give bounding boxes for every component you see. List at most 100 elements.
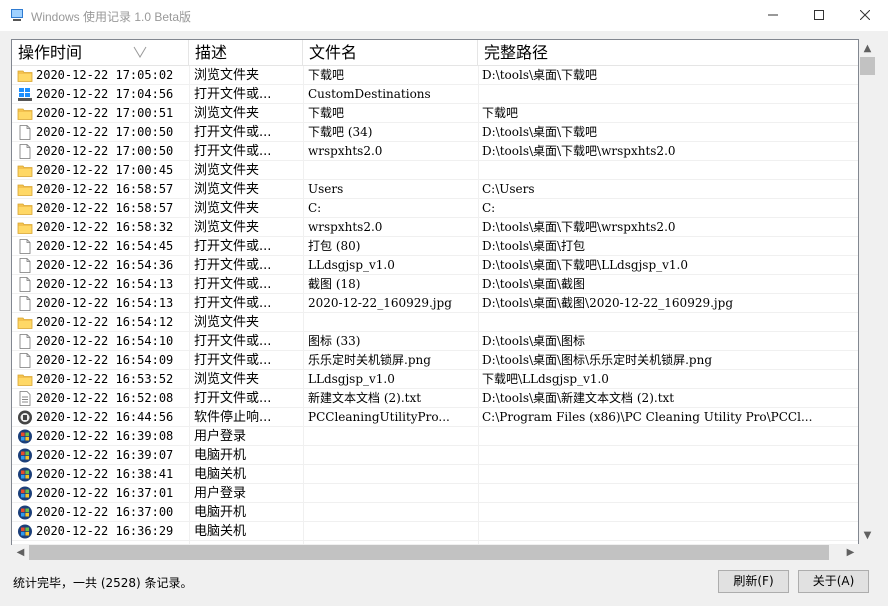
cell-filename: 乐乐定时关机锁屏.png — [308, 353, 431, 367]
cell-full-path: D:\tools\桌面\下载吧\wrspxhts2.0 — [482, 144, 676, 158]
column-header-file[interactable]: 文件名 — [303, 40, 478, 65]
table-row[interactable]: 2020-12-22 17:05:02 浏览文件夹 下载吧 D:\tools\桌面\下… — [12, 66, 858, 85]
table-row[interactable]: 2020-12-22 17:00:50 打开文件或... 下载吧 (34) D:\to… — [12, 123, 858, 142]
column-header-path[interactable]: 完整路径 — [478, 40, 858, 65]
folder-icon — [17, 372, 33, 387]
cell-description: 打开文件或... — [194, 277, 272, 292]
table-row[interactable]: 2020-12-22 16:39:07 电脑开机 — [12, 446, 858, 465]
file-icon — [17, 258, 33, 273]
vertical-scroll-thumb[interactable] — [860, 57, 875, 75]
table-row[interactable]: 2020-12-22 16:58:57 浏览文件夹 C: C: — [12, 199, 858, 218]
cell-filename — [308, 313, 476, 332]
file-icon — [17, 239, 33, 254]
table-row[interactable]: 2020-12-22 16:54:45 打开文件或... 打包 (80) D:\too… — [12, 237, 858, 256]
horizontal-scrollbar[interactable]: ◀ ▶ — [12, 544, 859, 561]
cell-description: 用户登录 — [194, 429, 247, 444]
cell-full-path: D:\tools\桌面\下载吧 — [482, 125, 598, 139]
cell-filename: CustomDestinations — [308, 87, 431, 101]
cell-filename — [308, 503, 476, 522]
windows-orb-icon — [17, 505, 33, 520]
windows-orb-icon — [17, 448, 33, 463]
cell-description: 打开文件或... — [194, 391, 272, 406]
cell-full-path: D:\tools\桌面\下载吧 — [482, 68, 598, 82]
table-row[interactable]: 2020-12-22 16:54:09 打开文件或... 乐乐定时关机锁屏.png D… — [12, 351, 858, 370]
cell-time: 2020-12-22 16:54:13 — [36, 277, 174, 291]
table-row[interactable]: 2020-12-22 17:00:50 打开文件或... wrspxhts2.0 D:… — [12, 142, 858, 161]
cell-description: 电脑关机 — [194, 467, 247, 482]
table-row[interactable]: 2020-12-22 17:04:56 打开文件或... CustomDestina… — [12, 85, 858, 104]
table-row[interactable]: 2020-12-22 16:38:41 电脑关机 — [12, 465, 858, 484]
windows-orb-icon — [17, 524, 33, 539]
table-row[interactable]: 2020-12-22 16:58:32 浏览文件夹 wrspxhts2.0 D:\to… — [12, 218, 858, 237]
cell-full-path — [482, 503, 858, 522]
table-row[interactable]: 2020-12-22 16:37:00 电脑开机 — [12, 503, 858, 522]
vertical-scrollbar[interactable]: ▲ ▼ — [859, 40, 876, 544]
cell-time: 2020-12-22 17:00:50 — [36, 144, 174, 158]
table-row[interactable]: 2020-12-22 16:39:08 用户登录 — [12, 427, 858, 446]
cell-full-path — [482, 161, 858, 180]
cell-filename: 图标 (33) — [308, 334, 361, 348]
folder-icon — [17, 220, 33, 235]
cell-full-path — [482, 85, 858, 104]
table-row[interactable]: 2020-12-22 17:00:51 浏览文件夹 下载吧 下载吧 — [12, 104, 858, 123]
table-row[interactable]: 2020-12-22 16:54:13 打开文件或... 2020-12-22_16… — [12, 294, 858, 313]
cell-time: 2020-12-22 16:54:13 — [36, 296, 174, 310]
windows-orb-icon — [17, 486, 33, 501]
refresh-button[interactable]: 刷新(F) — [718, 570, 789, 593]
cell-time: 2020-12-22 17:04:56 — [36, 87, 174, 101]
cell-full-path: D:\tools\桌面\新建文本文档 (2).txt — [482, 391, 675, 405]
column-header-desc-label: 描述 — [195, 43, 228, 62]
cell-description: 打开文件或... — [194, 353, 272, 368]
table-row[interactable]: 2020-12-22 17:00:45 浏览文件夹 — [12, 161, 858, 180]
cell-time: 2020-12-22 16:54:36 — [36, 258, 174, 272]
list-header: 操作时间 描述 文件名 完整路径 — [12, 40, 858, 66]
scroll-down-arrow-icon[interactable]: ▼ — [859, 527, 876, 544]
cell-filename — [308, 465, 476, 484]
cell-description: 浏览文件夹 — [194, 106, 260, 121]
column-header-desc[interactable]: 描述 — [189, 40, 303, 65]
about-button[interactable]: 关于(A) — [798, 570, 869, 593]
cell-time: 2020-12-22 16:38:41 — [36, 467, 174, 481]
table-row[interactable]: 2020-12-22 16:37:01 用户登录 — [12, 484, 858, 503]
cell-filename — [308, 446, 476, 465]
cell-description: 浏览文件夹 — [194, 372, 260, 387]
table-row[interactable]: 2020-12-22 16:52:08 打开文件或... 新建文本文档 (2).tx… — [12, 389, 858, 408]
close-button[interactable] — [842, 0, 888, 31]
table-row[interactable]: 2020-12-22 16:54:10 打开文件或... 图标 (33) D:\too… — [12, 332, 858, 351]
scroll-right-arrow-icon[interactable]: ▶ — [842, 544, 859, 561]
minimize-button[interactable] — [750, 0, 796, 31]
cell-description: 打开文件或... — [194, 144, 272, 159]
table-row[interactable]: 2020-12-22 16:54:13 打开文件或... 截图 (18) D:\too… — [12, 275, 858, 294]
records-list[interactable]: 操作时间 描述 文件名 完整路径 2020-12-22 17:05:02 浏览文件… — [11, 39, 859, 545]
folder-icon — [17, 182, 33, 197]
maximize-button[interactable] — [796, 0, 842, 31]
folder-icon — [17, 315, 33, 330]
table-row[interactable]: 2020-12-22 16:54:36 打开文件或... LLdsgjsp_v1.0… — [12, 256, 858, 275]
cell-full-path — [482, 313, 858, 332]
cell-description: 浏览文件夹 — [194, 315, 260, 330]
scroll-up-arrow-icon[interactable]: ▲ — [859, 40, 876, 57]
folder-icon — [17, 163, 33, 178]
table-row[interactable]: 2020-12-22 16:53:52 浏览文件夹 LLdsgjsp_v1.0 下载吧… — [12, 370, 858, 389]
cell-filename: 截图 (18) — [308, 277, 361, 291]
cell-full-path: C: — [482, 201, 496, 215]
cell-filename: 2020-12-22_160929.jpg — [308, 296, 452, 310]
column-header-time[interactable]: 操作时间 — [12, 40, 189, 65]
scroll-left-arrow-icon[interactable]: ◀ — [12, 544, 29, 561]
horizontal-scroll-thumb[interactable] — [29, 545, 829, 560]
cell-time: 2020-12-22 16:54:09 — [36, 353, 174, 367]
windows-drive-icon — [17, 87, 33, 102]
table-row[interactable]: 2020-12-22 16:36:29 电脑关机 — [12, 522, 858, 541]
cell-time: 2020-12-22 17:00:50 — [36, 125, 174, 139]
list-rows: 2020-12-22 17:05:02 浏览文件夹 下载吧 D:\tools\桌面\下… — [12, 66, 858, 544]
cell-description: 浏览文件夹 — [194, 68, 260, 83]
file-icon — [17, 334, 33, 349]
table-row[interactable]: 2020-12-22 16:58:57 浏览文件夹 Users C:\Users — [12, 180, 858, 199]
sort-descending-icon — [133, 46, 147, 58]
file-icon — [17, 144, 33, 159]
table-row[interactable]: 2020-12-22 16:44:56 软件停止响... PCCleaningUti… — [12, 408, 858, 427]
table-row[interactable]: 2020-12-22 16:54:12 浏览文件夹 — [12, 313, 858, 332]
close-icon — [859, 9, 871, 21]
file-icon — [17, 277, 33, 292]
cell-description: 打开文件或... — [194, 258, 272, 273]
